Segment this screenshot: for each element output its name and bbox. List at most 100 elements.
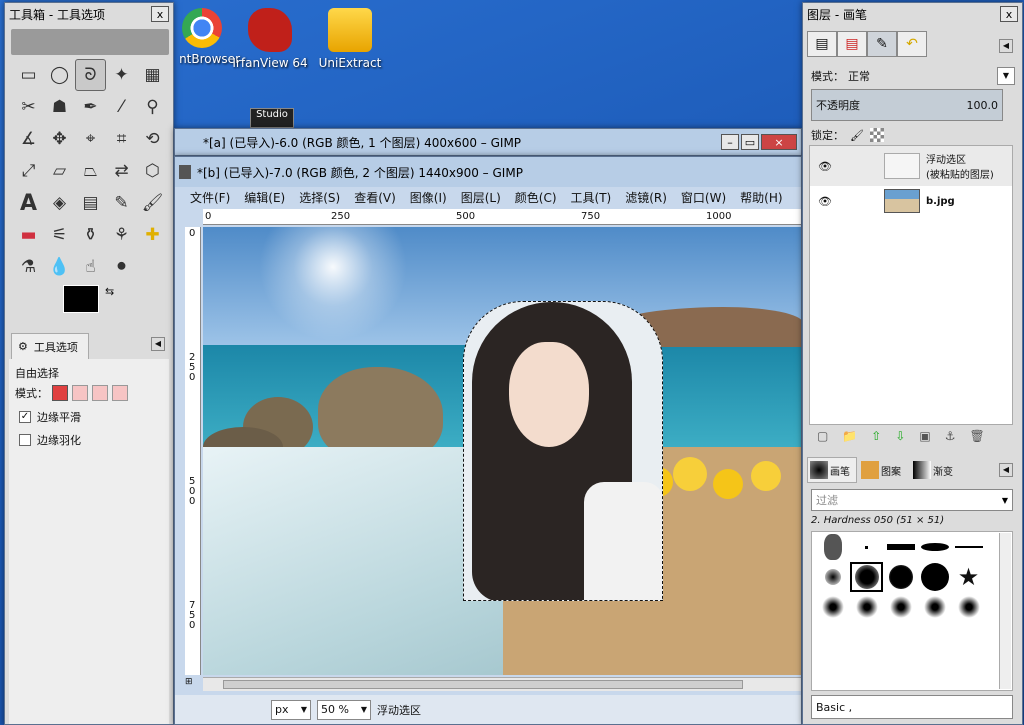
brush-item[interactable] [918,562,951,592]
anchor-icon[interactable]: ⚓ [945,429,956,443]
lock-pixels-icon[interactable]: 🖌 [850,129,864,142]
paths-tab-icon[interactable]: ✎ [867,31,897,57]
window-b-titlebar[interactable]: *[b] (已导入)-7.0 (RGB 颜色, 2 个图层) 1440x900 … [175,157,801,187]
layers-titlebar[interactable]: 图层 - 画笔 x [803,3,1022,25]
eye-icon[interactable]: 👁 [818,160,842,173]
brush-item-selected[interactable] [850,562,883,592]
align-tool[interactable]: ⌖ [75,123,106,155]
desktop-icon-irfanview[interactable]: IrfanView 64 [228,8,312,70]
new-layer-icon[interactable]: ▢ [817,429,828,443]
toolbox-titlebar[interactable]: 工具箱 - 工具选项 x [5,3,173,25]
tab-brushes[interactable]: 画笔 [807,457,857,483]
horizontal-ruler[interactable]: 0 250 500 750 1000 [203,209,801,225]
paths-tool[interactable]: ✒ [75,91,106,123]
feather-checkbox[interactable] [19,434,31,446]
scale-tool[interactable]: ⤢ [13,155,44,187]
cage-tool[interactable]: ⬡ [137,155,168,187]
foreground-color-swatch[interactable] [63,285,99,313]
unit-select[interactable]: px ▼ [271,699,311,720]
menu-windows[interactable]: 窗口(W) [674,189,733,206]
duplicate-layer-icon[interactable]: ▣ [919,429,930,443]
brush-item[interactable] [884,592,917,622]
zoom-tool[interactable]: ⚲ [137,91,168,123]
minimize-button[interactable]: – [721,134,739,150]
mode-subtract-button[interactable] [92,385,108,401]
layers-tab-icon[interactable]: ▤ [807,31,837,57]
menu-help[interactable]: 帮助(H) [733,189,789,206]
rotate-tool[interactable]: ⟲ [137,123,168,155]
perspective-tool[interactable]: ⏢ [75,155,106,187]
menu-tools[interactable]: 工具(T) [564,189,619,206]
menu-edit[interactable]: 编辑(E) [237,189,292,206]
brush-item[interactable] [952,592,985,622]
tab-patterns[interactable]: 图案 [859,457,909,483]
flip-tool[interactable]: ⇄ [106,155,137,187]
image-canvas[interactable] [203,227,801,675]
dock-menu-icon[interactable]: ◀ [999,39,1013,53]
brush-item[interactable] [816,592,849,622]
brush-item[interactable] [816,562,849,592]
menu-filters[interactable]: 滤镜(R) [618,189,674,206]
clone-tool[interactable]: ⚘ [106,219,137,251]
delete-layer-icon[interactable]: 🗑 [970,429,985,443]
window-a-titlebar[interactable]: *[a] (已导入)-6.0 (RGB 颜色, 1 个图层) 400x600 –… [175,129,801,155]
scroll-thumb[interactable] [223,680,743,689]
free-select-tool[interactable]: ᘐ [75,59,106,91]
brush-item[interactable] [918,592,951,622]
ellipse-select-tool[interactable]: ◯ [44,59,75,91]
text-tool[interactable]: A [13,187,44,219]
mode-dropdown[interactable]: ▼ [997,67,1015,85]
color-picker-tool[interactable]: ⁄ [106,91,137,123]
brush-item[interactable] [918,532,951,562]
tab-gradients[interactable]: 渐变 [911,457,961,483]
desktop-icon-uniextract[interactable]: UniExtract [308,8,392,70]
desktop-icon-studio[interactable]: Studio [250,108,294,128]
brush-item[interactable] [850,532,883,562]
menu-file[interactable]: 文件(F) [183,189,237,206]
blur-tool[interactable]: 💧 [44,251,75,283]
brush-preset-select[interactable]: Basic , [811,695,1013,719]
measure-tool[interactable]: ∡ [13,123,44,155]
menu-layer[interactable]: 图层(L) [454,189,508,206]
mode-replace-button[interactable] [52,385,68,401]
brush-filter-select[interactable]: 过滤 ▼ [811,489,1013,511]
heal-tool[interactable]: ✚ [137,219,168,251]
fuzzy-select-tool[interactable]: ✦ [106,59,137,91]
menu-view[interactable]: 查看(V) [347,189,403,206]
menu-image[interactable]: 图像(I) [403,189,454,206]
zoom-select[interactable]: 50 % ▼ [317,699,371,720]
layer-row-floating[interactable]: 👁 浮动选区 (被粘贴的图层) [810,146,1012,186]
rect-select-tool[interactable]: ▭ [13,59,44,91]
eraser-tool[interactable]: ▬ [13,219,44,251]
shear-tool[interactable]: ▱ [44,155,75,187]
maximize-button[interactable]: ▭ [741,134,759,150]
vertical-ruler[interactable]: 0 2 5 0 5 0 0 7 5 0 [185,227,201,675]
brush-item[interactable] [884,562,917,592]
brush-item[interactable] [850,592,883,622]
airbrush-tool[interactable]: ⚟ [44,219,75,251]
brush-item[interactable] [816,532,849,562]
navigate-icon[interactable]: ⊞ [185,677,199,691]
antialias-checkbox[interactable]: ✓ [19,411,31,423]
scissors-tool[interactable]: ✂ [13,91,44,123]
dodge-burn-tool[interactable]: ⚫ [106,251,137,283]
close-button[interactable]: x [151,6,169,22]
brush-item[interactable] [952,532,985,562]
opacity-slider[interactable]: 不透明度 100.0 [811,89,1003,121]
lower-layer-icon[interactable]: ⇩ [895,429,905,443]
mode-intersect-button[interactable] [112,385,128,401]
floating-selection-portrait[interactable] [463,301,663,601]
star-brush-icon[interactable]: ★ [952,562,985,592]
channels-tab-icon[interactable]: ▤ [837,31,867,57]
pencil-tool[interactable]: ✎ [106,187,137,219]
tab-menu-icon[interactable]: ◀ [151,337,165,351]
brushes-menu-icon[interactable]: ◀ [999,463,1013,477]
swap-colors-icon[interactable]: ⇆ [105,285,114,298]
new-group-icon[interactable]: 📁 [842,429,857,443]
image-window-a[interactable]: *[a] (已导入)-6.0 (RGB 颜色, 1 个图层) 400x600 –… [174,128,802,156]
horizontal-scrollbar[interactable] [203,677,801,691]
ink-tool[interactable]: ⚱ [75,219,106,251]
crop-tool[interactable]: ⌗ [106,123,137,155]
tool-options-tab[interactable]: ⚙ 工具选项 [11,333,89,359]
brush-scrollbar[interactable] [999,533,1011,689]
